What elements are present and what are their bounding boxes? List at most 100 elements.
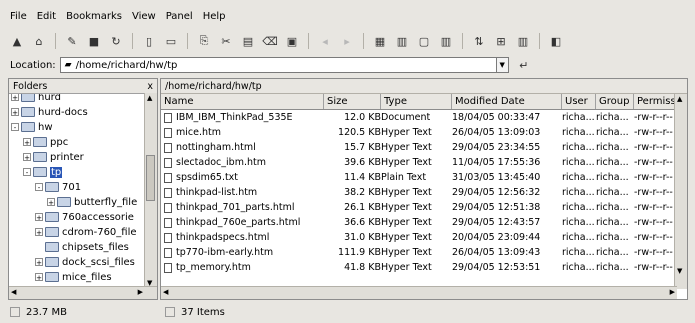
tree-item-chipsets[interactable]: chipsets_files	[45, 240, 129, 254]
location-dropdown-icon[interactable]: ▼	[496, 57, 509, 73]
tree-item-hurd-docs[interactable]: + hurd-docs	[11, 105, 88, 119]
view-tree-icon[interactable]: ▢	[415, 32, 433, 50]
scroll-left-icon[interactable]: ◀	[163, 288, 168, 296]
home-icon[interactable]: ⌂	[30, 32, 48, 50]
table-row[interactable]: tp_memory.htm 41.8 KB Hyper Text 29/04/05 1…	[161, 260, 677, 275]
forward-icon[interactable]: ▸	[338, 32, 356, 50]
table-row[interactable]: thinkpad_760e_parts.html 36.6 KB Hyper Tex…	[161, 215, 677, 230]
expander-icon[interactable]: -	[23, 168, 31, 177]
tree-item-mice-files[interactable]: + mice_files	[35, 270, 112, 284]
table-row[interactable]: mice.htm 120.5 KB Hyper Text 26/04/05 13:09…	[161, 125, 677, 140]
column-header-type[interactable]: Type	[381, 94, 452, 109]
tree-item-760accessories[interactable]: +760accessorie	[35, 210, 134, 224]
cut-icon[interactable]: ✂	[217, 32, 235, 50]
file-name-cell: thinkpadspecs.html	[161, 230, 324, 245]
expander-icon[interactable]: +	[11, 94, 19, 102]
close-icon[interactable]: x	[147, 81, 153, 92]
copy-icon[interactable]: ⎘	[195, 32, 213, 50]
column-header-modified[interactable]: Modified Date	[452, 94, 562, 109]
menu-panel[interactable]: Panel	[166, 11, 193, 22]
location-input[interactable]: ▰ /home/richard/hw/tp	[59, 57, 497, 73]
scroll-up-icon[interactable]: ▲	[147, 94, 152, 102]
scroll-left-icon[interactable]: ◀	[11, 288, 16, 296]
menu-bookmarks[interactable]: Bookmarks	[66, 11, 122, 22]
tree-item-dock-scsi[interactable]: + dock_scsi_files	[35, 255, 135, 269]
properties-icon[interactable]: ▣	[283, 32, 301, 50]
terminal-icon[interactable]: ◧	[547, 32, 565, 50]
menu-file[interactable]: File	[10, 11, 27, 22]
tree-item-printer[interactable]: + printer	[23, 150, 84, 164]
view-icon-list-icon[interactable]: ▦	[371, 32, 389, 50]
file-perm-text: -rw-r--r--	[634, 217, 673, 228]
files-horizontal-scrollbar[interactable]: ◀ ▶	[161, 286, 677, 299]
folders-horizontal-scrollbar[interactable]: ◀ ▶	[9, 286, 157, 299]
expander-icon[interactable]: +	[35, 228, 43, 237]
status-left: 23.7 MB	[10, 305, 67, 319]
bookmark-icon[interactable]: ✎	[63, 32, 81, 50]
tree-item-ppc[interactable]: + ppc	[23, 135, 68, 149]
expander-icon[interactable]: +	[35, 258, 43, 267]
paste-icon[interactable]: ▤	[239, 32, 257, 50]
scroll-right-icon[interactable]: ▶	[138, 288, 143, 296]
tree-item-tp[interactable]: - tp	[23, 165, 63, 179]
expander-icon[interactable]: +	[11, 108, 19, 117]
column-header-user[interactable]: User	[562, 94, 596, 109]
file-list-panel: /home/richard/hw/tp Name Size Type Modif…	[160, 78, 688, 300]
expander-icon[interactable]: -	[11, 123, 19, 132]
table-row[interactable]: spsdim65.txt 11.4 KB Plain Text 31/03/05 13…	[161, 170, 677, 185]
expander-icon[interactable]: +	[23, 138, 31, 147]
column-header-size[interactable]: Size	[324, 94, 381, 109]
menu-bar: File Edit Bookmarks View Panel Help	[6, 8, 226, 24]
expander-icon[interactable]: +	[35, 273, 43, 282]
menu-help[interactable]: Help	[203, 11, 226, 22]
stop-icon[interactable]: ■	[85, 32, 103, 50]
tree-item-hurd[interactable]: + hurd	[11, 94, 61, 104]
tree-item-701[interactable]: - 701	[35, 180, 81, 194]
tree-item-hw[interactable]: - hw	[11, 120, 53, 134]
table-row[interactable]: nottingham.html 15.7 KB Hyper Text 29/04/05…	[161, 140, 677, 155]
go-icon[interactable]: ↵	[515, 56, 533, 74]
new-folder-icon[interactable]: ▭	[162, 32, 180, 50]
scrollbar-thumb[interactable]	[146, 155, 155, 201]
sort-icon[interactable]: ⇅	[470, 32, 488, 50]
folders-vertical-scrollbar[interactable]: ▲ ▼	[144, 93, 157, 288]
view-details-icon[interactable]: ▥	[393, 32, 411, 50]
delete-icon[interactable]: ⌫	[261, 32, 279, 50]
tree-item-butterfly[interactable]: + butterfly_file	[47, 195, 137, 209]
new-file-icon[interactable]: ▯	[140, 32, 158, 50]
tree-item-cdrom[interactable]: + cdrom-760_file	[35, 225, 137, 239]
table-row[interactable]: IBM_IBM_ThinkPad_535E 12.0 KB Document 18/0…	[161, 110, 677, 125]
scroll-right-icon[interactable]: ▶	[670, 288, 675, 296]
expander-icon[interactable]: +	[23, 153, 31, 162]
column-header-group[interactable]: Group	[596, 94, 634, 109]
scroll-down-icon[interactable]: ▼	[677, 267, 682, 275]
files-vertical-scrollbar[interactable]: ▲ ▼	[674, 94, 687, 289]
file-type-text: Hyper Text	[381, 262, 432, 273]
columns-icon[interactable]: ▥	[514, 32, 532, 50]
back-icon[interactable]: ◂	[316, 32, 334, 50]
status-items: 37 Items	[181, 306, 225, 318]
file-size-cell: 36.6 KB	[324, 215, 384, 230]
menu-edit[interactable]: Edit	[37, 11, 56, 22]
grid-icon[interactable]: ⊞	[492, 32, 510, 50]
expander-icon[interactable]: -	[35, 183, 43, 192]
menu-view[interactable]: View	[132, 11, 156, 22]
scroll-up-icon[interactable]: ▲	[677, 95, 682, 103]
expander-icon[interactable]: +	[47, 198, 55, 207]
column-header-name[interactable]: Name	[161, 94, 324, 109]
file-user-text: richa...	[562, 157, 595, 168]
tree-item-label: 760accessorie	[62, 211, 134, 223]
table-row[interactable]: thinkpadspecs.html 31.0 KB Hyper Text 20/04…	[161, 230, 677, 245]
view-columns-icon[interactable]: ▥	[437, 32, 455, 50]
table-row[interactable]: thinkpad-list.htm 38.2 KB Hyper Text 29/04/…	[161, 185, 677, 200]
file-type-cell: Hyper Text	[381, 215, 452, 230]
file-date-cell: 29/04/05 12:51:38	[452, 200, 562, 215]
table-row[interactable]: slectadoc_ibm.htm 39.6 KB Hyper Text 11/04/…	[161, 155, 677, 170]
table-row[interactable]: tp770-ibm-early.htm 111.9 KB Hyper Text 26/…	[161, 245, 677, 260]
reload-icon[interactable]: ↻	[107, 32, 125, 50]
expander-icon[interactable]: +	[35, 213, 43, 222]
up-icon[interactable]: ▲	[8, 32, 26, 50]
toolbar-separator	[187, 33, 188, 49]
file-perm-text: -rw-r--r--	[634, 172, 673, 183]
table-row[interactable]: thinkpad_701_parts.html 26.1 KB Hyper Text…	[161, 200, 677, 215]
